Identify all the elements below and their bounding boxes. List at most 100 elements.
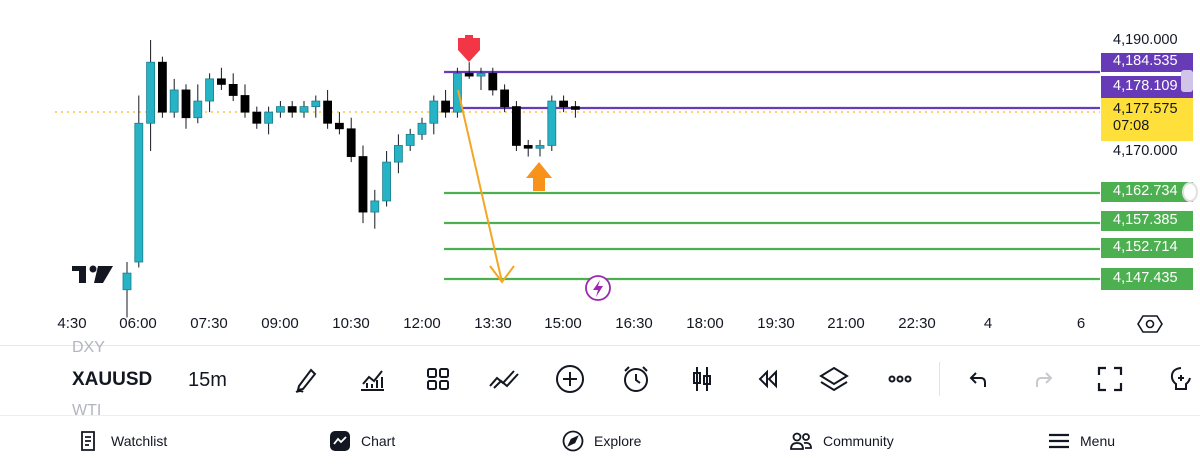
price-chart[interactable] [0,0,1200,345]
nav-explore[interactable]: Explore [562,416,641,466]
drawing-tools-icon[interactable] [487,362,521,396]
candle-down [441,100,451,113]
chart-toolbar: DXY5m XAUUSD 15m WTI30m [0,339,1200,416]
candle-countdown: 07:08 [1113,118,1150,134]
nav-menu[interactable]: Menu [1048,416,1115,466]
time-label: 10:30 [332,315,370,332]
tag-4162: 4,162.734 [1101,182,1193,202]
nav-menu-label: Menu [1080,433,1116,449]
toolbar-divider [939,362,940,396]
candle-up [405,133,415,146]
time-label: 4:30 [57,315,87,332]
candle-down [334,122,344,130]
time-label: 12:00 [403,315,441,332]
time-label: 4 [983,315,993,332]
nav-community-label: Community [823,433,894,449]
tag-4152: 4,152.714 [1101,238,1193,258]
candle-up [146,61,156,124]
nav-watchlist[interactable]: Watchlist [77,416,167,466]
price-label-4170: 4,170.000 [1113,143,1178,159]
candle-type-icon[interactable] [685,362,719,396]
nav-chart-label: Chart [361,433,396,449]
time-label: 6 [1076,315,1086,332]
fullscreen-icon[interactable] [1093,362,1127,396]
projection-arrow [457,89,515,284]
draw-brush-icon[interactable] [289,362,323,396]
candle-down [240,95,250,113]
candle-down [500,89,510,107]
candle-down [358,156,368,213]
time-label: 07:30 [190,315,228,332]
settings-hex-icon[interactable] [1137,315,1163,333]
candle-down [323,100,333,124]
compass-icon [562,430,584,452]
layout-grid-icon[interactable] [421,362,455,396]
candle-down [181,89,191,119]
candle-down [571,106,580,110]
ideas-icon[interactable] [1168,362,1198,396]
more-icon[interactable] [883,362,917,396]
candle-down [346,128,356,157]
redo-icon[interactable] [1027,362,1061,396]
candle-up [417,122,427,135]
candle-down [488,72,498,91]
scale-drag-handle[interactable] [1182,182,1198,202]
tag-4147: 4,147.435 [1101,268,1193,290]
candle-down [464,72,474,77]
time-label: 06:00 [119,315,157,332]
symbol-name[interactable]: XAUUSD [72,369,152,391]
add-plus-icon[interactable] [553,362,587,396]
symbol-below[interactable]: WTI30m [72,402,101,416]
last-price-value: 4,177.575 [1113,101,1178,117]
buy-marker-arrow [526,162,552,191]
candle-up [169,89,179,113]
tradingview-logo [72,265,113,283]
time-label: 09:00 [261,315,299,332]
candle-down [216,78,226,85]
replay-icon[interactable] [751,362,785,396]
layers-icon[interactable] [817,362,851,396]
nav-chart[interactable]: Chart [329,416,395,466]
candle-up [134,122,144,263]
tag-4178: 4,178.109 [1101,76,1193,98]
candle-up [547,100,557,146]
candle-up [535,145,545,149]
candle-up [370,200,380,213]
price-label-4190: 4,190.000 [1113,32,1178,48]
candle-up [193,100,203,119]
nav-watchlist-label: Watchlist [111,433,168,449]
time-label: 18:00 [686,315,724,332]
nav-community[interactable]: Community [789,416,894,466]
indicators-icon[interactable] [355,362,389,396]
candle-up [311,100,321,108]
candle-down [252,111,262,124]
candle-down [512,106,521,146]
tag-last-price: 4,177.575 07:08 [1101,98,1193,141]
candle-up [452,72,462,113]
time-label: 16:30 [615,315,653,332]
chart-icon [330,431,350,451]
candle-up [264,111,274,124]
lightning-icon[interactable] [585,275,611,301]
candle-up [122,272,132,291]
candle-down [523,145,533,149]
tag-4184: 4,184.535 [1101,53,1193,72]
candle-up [393,145,403,163]
candle-down [559,100,568,108]
candle-up [275,106,285,113]
chart-area[interactable]: 4,190.000 4,170.000 4,184.535 4,178.109 … [0,0,1200,345]
hamburger-icon [1049,433,1069,449]
time-label: 15:00 [544,315,582,332]
alert-clock-icon[interactable] [619,362,653,396]
bottom-navigation: Watchlist Chart Explore Community Menu [0,415,1200,466]
tag-4157: 4,157.385 [1101,211,1193,231]
sell-marker-stem [465,35,473,45]
scale-handle[interactable] [1181,70,1193,92]
candle-up [299,106,309,113]
nav-explore-label: Explore [594,433,642,449]
symbol-above[interactable]: DXY5m [72,339,105,353]
candle-down [287,106,297,113]
undo-icon[interactable] [961,362,995,396]
timeframe[interactable]: 15m [188,369,227,392]
time-label: 22:30 [898,315,936,332]
